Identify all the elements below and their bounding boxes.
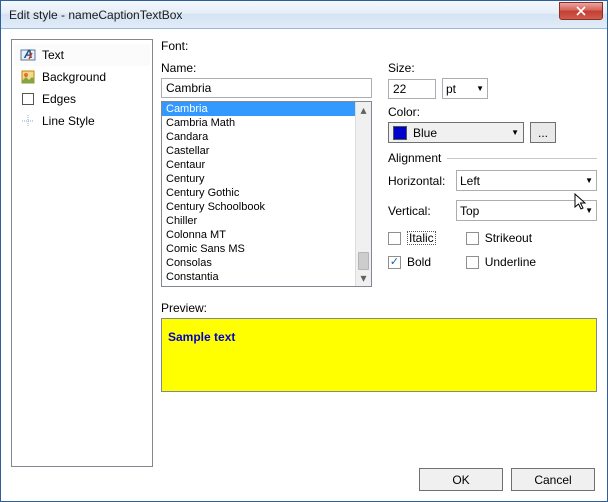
- sidebar-item-label: Line Style: [42, 114, 95, 128]
- chevron-down-icon: ▼: [585, 176, 593, 185]
- preview-text: Sample text: [168, 330, 235, 344]
- font-list-item[interactable]: Consolas: [162, 256, 355, 270]
- checkbox-box: [466, 232, 479, 245]
- font-list-item[interactable]: Chiller: [162, 214, 355, 228]
- font-list-item[interactable]: Castellar: [162, 144, 355, 158]
- scroll-up-button[interactable]: ▴: [356, 102, 371, 118]
- font-list[interactable]: CambriaCambria MathCandaraCastellarCenta…: [161, 101, 372, 287]
- text-icon: A: [20, 47, 36, 63]
- font-list-scrollbar[interactable]: ▴ ▾: [355, 102, 371, 286]
- underline-checkbox[interactable]: Underline: [466, 255, 536, 269]
- horizontal-label: Horizontal:: [388, 174, 450, 188]
- sidebar-item-label: Background: [42, 70, 106, 84]
- italic-checkbox[interactable]: Italic: [388, 231, 436, 245]
- font-section-label: Font:: [161, 39, 597, 53]
- close-icon: [576, 6, 586, 16]
- font-name-input[interactable]: [161, 78, 372, 98]
- line-style-icon: [20, 113, 36, 129]
- strikeout-label: Strikeout: [485, 231, 532, 245]
- checkbox-box: [466, 256, 479, 269]
- category-sidebar: A Text Background Edges: [11, 39, 153, 467]
- alignment-group-label: Alignment: [388, 151, 441, 165]
- sidebar-item-text[interactable]: A Text: [14, 44, 150, 66]
- dialog-window: Edit style - nameCaptionTextBox A Text B…: [0, 0, 608, 502]
- font-list-item[interactable]: Cooper Black: [162, 284, 355, 287]
- color-more-button[interactable]: ...: [530, 122, 556, 143]
- font-list-item[interactable]: Cambria Math: [162, 116, 355, 130]
- preview-box: Sample text: [161, 318, 597, 392]
- font-list-item[interactable]: Cambria: [162, 102, 355, 116]
- color-swatch: [393, 126, 407, 140]
- italic-label: Italic: [407, 231, 436, 245]
- close-button[interactable]: [559, 2, 603, 20]
- sidebar-item-background[interactable]: Background: [14, 66, 150, 88]
- main-panel: Font: Name: CambriaCambria MathCandaraCa…: [161, 39, 597, 467]
- titlebar: Edit style - nameCaptionTextBox: [1, 1, 607, 29]
- scroll-down-button[interactable]: ▾: [356, 270, 371, 286]
- window-title: Edit style - nameCaptionTextBox: [9, 8, 559, 22]
- sidebar-item-line-style[interactable]: Line Style: [14, 110, 150, 132]
- checkbox-box: [388, 232, 401, 245]
- size-input[interactable]: [388, 79, 436, 99]
- checkbox-box: [388, 256, 401, 269]
- font-list-item[interactable]: Comic Sans MS: [162, 242, 355, 256]
- size-unit-value: pt: [446, 82, 456, 96]
- vertical-combo[interactable]: Top ▼: [456, 200, 597, 221]
- preview-label: Preview:: [161, 301, 597, 315]
- color-label: Color:: [388, 105, 597, 119]
- edges-icon: [20, 91, 36, 107]
- cancel-button[interactable]: Cancel: [511, 468, 595, 491]
- chevron-down-icon: ▼: [476, 84, 484, 93]
- ok-button[interactable]: OK: [419, 468, 503, 491]
- vertical-value: Top: [460, 204, 479, 218]
- sidebar-item-label: Text: [42, 48, 64, 62]
- font-list-item[interactable]: Century: [162, 172, 355, 186]
- underline-label: Underline: [485, 255, 536, 269]
- horizontal-combo[interactable]: Left ▼: [456, 170, 597, 191]
- font-list-item[interactable]: Constantia: [162, 270, 355, 284]
- font-right-column: Size: pt ▼ Color:: [388, 61, 597, 287]
- bold-checkbox[interactable]: Bold: [388, 255, 436, 269]
- chevron-down-icon: ▼: [511, 128, 519, 137]
- font-list-item[interactable]: Candara: [162, 130, 355, 144]
- strikeout-checkbox[interactable]: Strikeout: [466, 231, 536, 245]
- dialog-content: A Text Background Edges: [1, 29, 607, 501]
- font-list-item[interactable]: Colonna MT: [162, 228, 355, 242]
- color-combo[interactable]: Blue ▼: [388, 122, 524, 143]
- size-label: Size:: [388, 61, 488, 75]
- sidebar-item-edges[interactable]: Edges: [14, 88, 150, 110]
- horizontal-value: Left: [460, 174, 480, 188]
- color-value: Blue: [413, 126, 437, 140]
- font-list-item[interactable]: Centaur: [162, 158, 355, 172]
- sidebar-item-label: Edges: [42, 92, 76, 106]
- bold-label: Bold: [407, 255, 431, 269]
- scroll-thumb[interactable]: [358, 252, 369, 270]
- group-rule: [447, 158, 597, 159]
- alignment-group: Alignment: [388, 151, 597, 165]
- button-bar: OK Cancel: [419, 468, 595, 491]
- size-unit-combo[interactable]: pt ▼: [442, 78, 488, 99]
- vertical-label: Vertical:: [388, 204, 450, 218]
- background-icon: [20, 69, 36, 85]
- font-list-item[interactable]: Century Gothic: [162, 186, 355, 200]
- name-label: Name:: [161, 61, 372, 75]
- font-list-item[interactable]: Century Schoolbook: [162, 200, 355, 214]
- chevron-down-icon: ▼: [585, 206, 593, 215]
- font-left-column: Name: CambriaCambria MathCandaraCastella…: [161, 61, 372, 287]
